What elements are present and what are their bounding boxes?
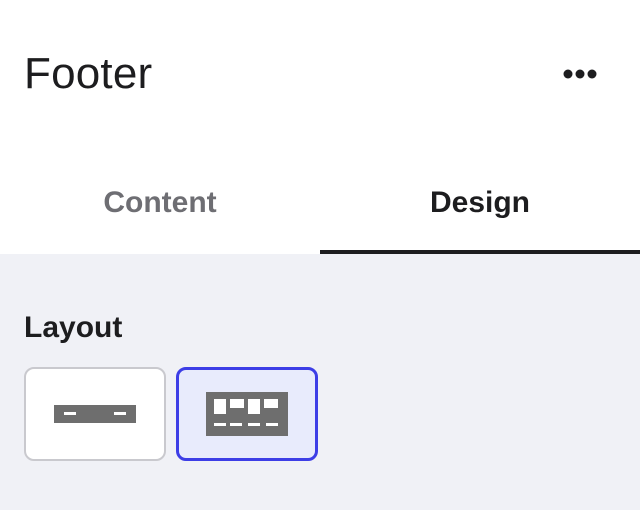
panel-title: Footer	[24, 49, 153, 98]
panel-header: Footer	[0, 0, 640, 150]
design-tab-panel: Layout	[0, 254, 640, 510]
layout-option-single-row[interactable]	[24, 367, 166, 461]
tab-design[interactable]: Design	[320, 160, 640, 254]
footer-columns-layout-icon	[206, 392, 288, 436]
footer-settings-panel: Footer Content Design Layout	[0, 0, 640, 510]
footer-single-row-layout-icon	[54, 405, 136, 423]
more-horizontal-icon	[563, 69, 597, 79]
more-options-button[interactable]	[552, 56, 608, 92]
tab-content[interactable]: Content	[0, 160, 320, 254]
tab-bar: Content Design	[0, 160, 640, 254]
layout-option-columns[interactable]	[176, 367, 318, 461]
layout-section-label: Layout	[24, 311, 123, 344]
